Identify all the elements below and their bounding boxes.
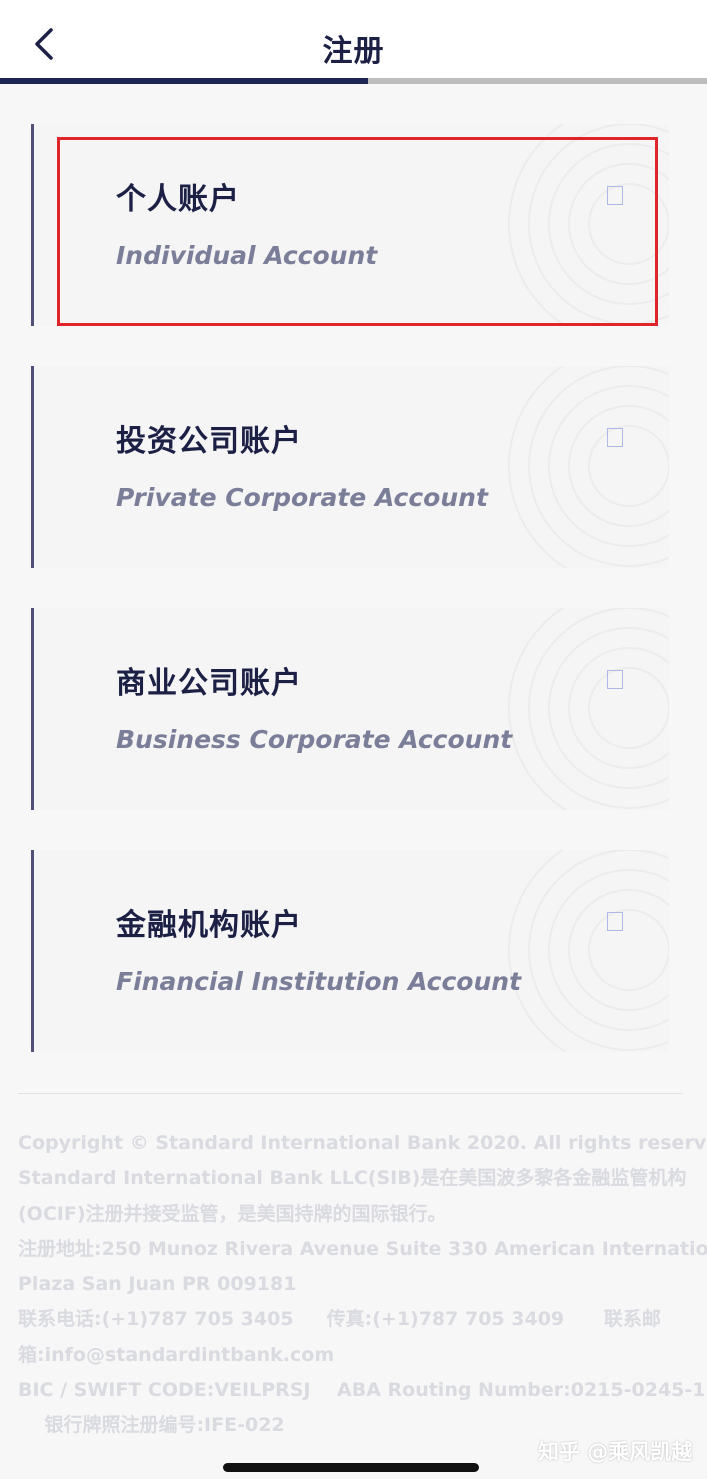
account-card-business-corporate[interactable]: 商业公司账户 Business Corporate Account (31, 608, 669, 810)
footer-divider (18, 1093, 683, 1094)
card-checkbox[interactable] (607, 912, 623, 931)
card-checkbox[interactable] (607, 670, 623, 689)
progress-bar (0, 78, 707, 84)
coin-watermark-icon (508, 850, 669, 1052)
footer-line: Standard International Bank LLC(SIB)是在美国… (18, 1167, 687, 1190)
footer-line: 注册地址:250 Munoz Rivera Avenue Suite 330 A… (18, 1237, 707, 1260)
home-indicator[interactable] (223, 1463, 479, 1472)
footer-line: 联系电话:(+1)787 705 3405 传真:(+1)787 705 340… (18, 1308, 661, 1331)
app-header: 注册 (0, 0, 707, 80)
card-subtitle: Individual Account (116, 241, 378, 270)
footer-legal-text: Copyright © Standard International Bank … (18, 1126, 707, 1444)
coin-watermark-icon (508, 124, 669, 326)
coin-watermark-icon (508, 366, 669, 568)
footer-line: BIC / SWIFT CODE:VEILPRSJ ABA Routing Nu… (18, 1379, 706, 1402)
card-title: 个人账户 (116, 182, 240, 217)
card-title: 商业公司账户 (116, 666, 302, 701)
progress-bar-fill (0, 78, 368, 84)
card-title: 金融机构账户 (116, 908, 302, 943)
card-checkbox[interactable] (607, 186, 623, 205)
watermark-text: 知乎 @乘风凯越 (538, 1440, 693, 1464)
page-title: 注册 (322, 34, 385, 69)
card-subtitle: Private Corporate Account (116, 483, 488, 512)
coin-watermark-icon (508, 608, 669, 810)
card-subtitle: Financial Institution Account (116, 967, 522, 996)
footer-line: (OCIF)注册并接受监管，是美国持牌的国际银行。 (18, 1202, 447, 1225)
account-card-individual[interactable]: 个人账户 Individual Account (31, 124, 669, 326)
card-title: 投资公司账户 (116, 424, 302, 459)
card-checkbox[interactable] (607, 428, 623, 447)
footer-line: 箱:info@standardintbank.com (18, 1343, 335, 1366)
footer-line: Plaza San Juan PR 009181 (18, 1273, 297, 1296)
account-card-private-corporate[interactable]: 投资公司账户 Private Corporate Account (31, 366, 669, 568)
account-card-financial-institution[interactable]: 金融机构账户 Financial Institution Account (31, 850, 669, 1052)
footer-line: Copyright © Standard International Bank … (18, 1132, 707, 1154)
card-subtitle: Business Corporate Account (116, 725, 513, 754)
